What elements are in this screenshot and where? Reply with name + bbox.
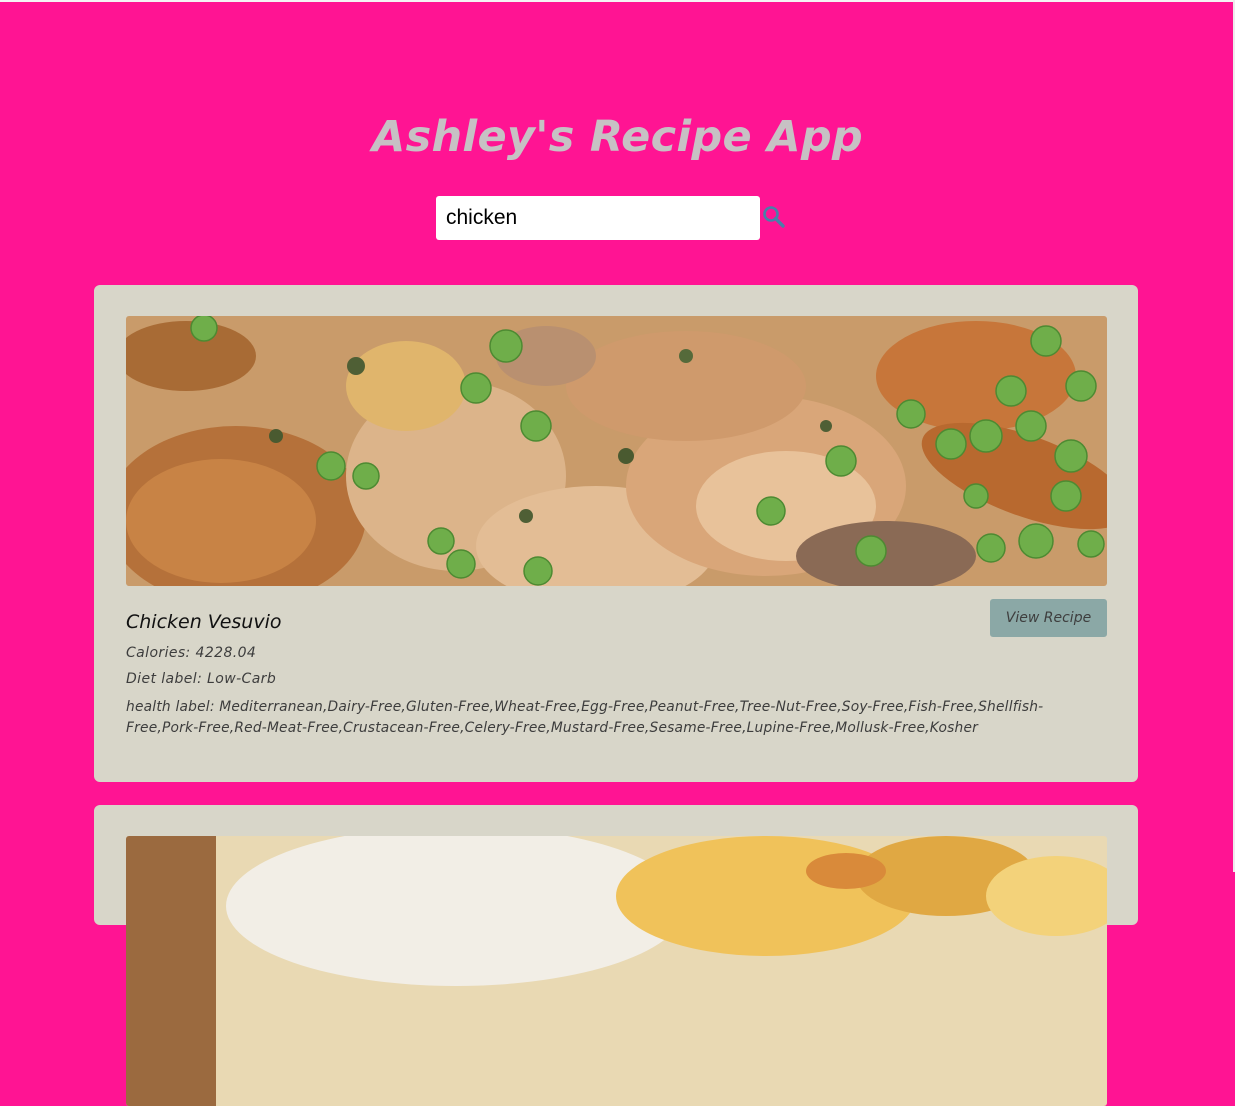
recipe-details: Chicken Vesuvio View Recipe Calories: 42…: [126, 586, 1107, 739]
search-input[interactable]: [436, 196, 760, 240]
recipe-card: [94, 805, 1138, 1106]
search-form: [436, 196, 788, 240]
search-button[interactable]: [760, 202, 788, 234]
recipe-title: Chicken Vesuvio: [126, 611, 282, 633]
recipe-calories: Calories: 4228.04: [126, 645, 257, 661]
app-title: Ashley's Recipe App: [372, 112, 863, 162]
recipe-image: [126, 836, 1107, 1106]
recipe-health-label: health label: Mediterranean,Dairy-Free,G…: [126, 699, 1044, 736]
recipe-card: Chicken Vesuvio View Recipe Calories: 42…: [94, 285, 1138, 782]
window-top-edge: [0, 0, 1235, 2]
view-recipe-button[interactable]: View Recipe: [990, 599, 1107, 637]
recipe-image: [126, 316, 1107, 586]
search-icon: [761, 204, 787, 233]
recipe-diet-label: Diet label: Low-Carb: [126, 671, 277, 687]
